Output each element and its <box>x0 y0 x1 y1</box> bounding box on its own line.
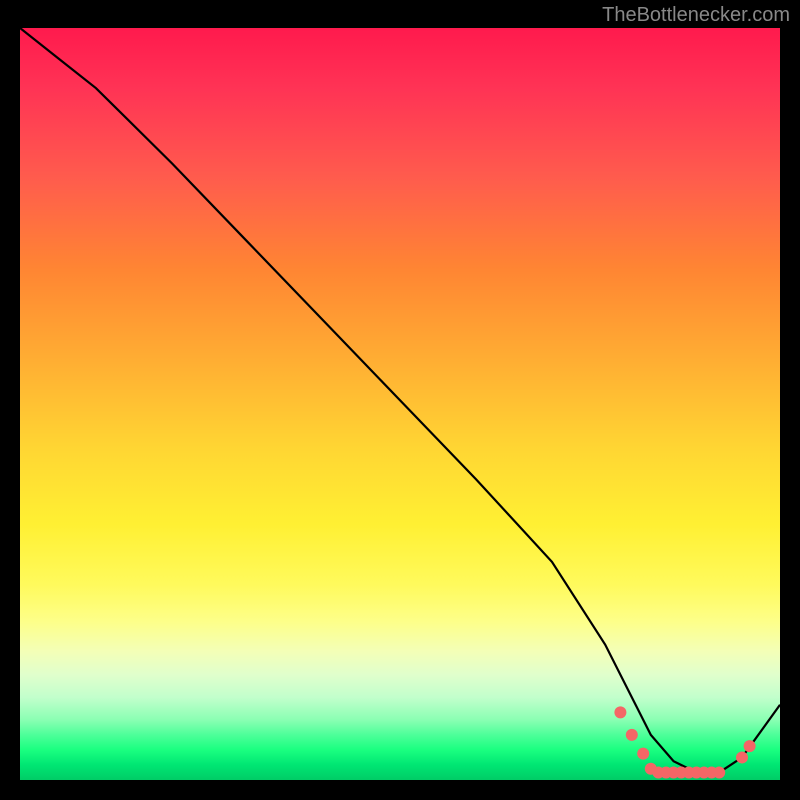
chart-svg <box>20 28 780 780</box>
attribution-text: TheBottlenecker.com <box>602 4 790 27</box>
marker-point <box>614 706 626 718</box>
chart-plot-area <box>20 28 780 780</box>
marker-point <box>637 748 649 760</box>
marker-point <box>713 766 725 778</box>
marker-point <box>744 740 756 752</box>
marker-point <box>626 729 638 741</box>
curve-line <box>20 28 780 772</box>
marker-point <box>736 751 748 763</box>
